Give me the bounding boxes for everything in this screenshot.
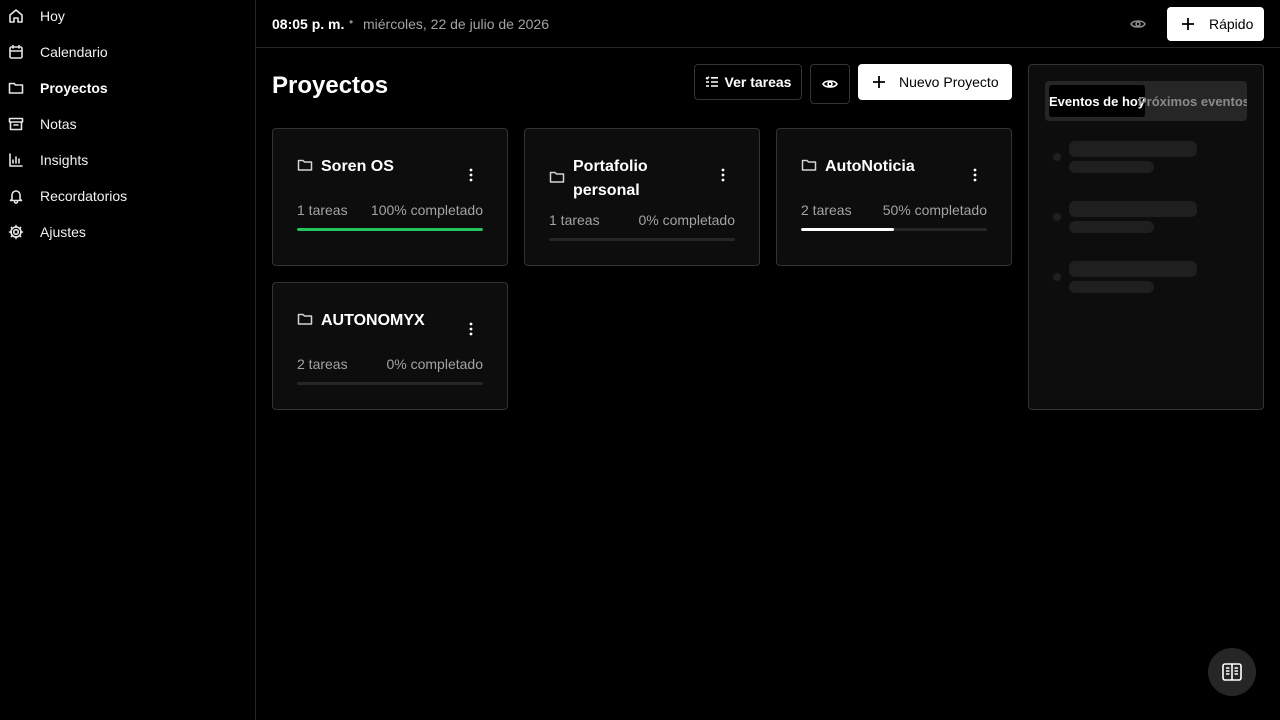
eye-icon [1130,20,1146,28]
gear-icon [8,224,24,240]
project-progress-label: 50% completado [882,202,987,218]
visibility-toggle-button[interactable] [810,64,850,104]
progress-fill [801,228,894,231]
sidebar-item-label: Calendario [40,44,108,60]
project-menu-button[interactable] [463,167,479,183]
sidebar-item-proyectos[interactable]: Proyectos [0,72,255,104]
loading-skeleton [1053,213,1061,221]
current-time: 08:05 p. m. [272,16,345,32]
project-name: AutoNoticia [825,158,915,175]
task-list-icon [704,75,719,89]
tab-today-events[interactable]: Eventos de hoy [1049,85,1145,117]
eye-icon [822,80,838,88]
loading-skeleton [1069,161,1154,173]
privacy-toggle-button[interactable] [1128,14,1148,34]
top-header: 08:05 p. m. • miércoles, 22 de julio de … [256,0,1280,48]
new-project-label: Nuevo Proyecto [899,74,999,90]
project-card-autonoticia[interactable]: AutoNoticia 2 tareas 50% completado [776,128,1012,266]
project-task-count: 1 tareas [549,212,600,228]
bell-icon [8,188,24,204]
sidebar-item-recordatorios[interactable]: Recordatorios [0,180,255,212]
loading-skeleton [1069,141,1197,157]
project-progress-bar [297,382,483,385]
project-name: AUTONOMYX [321,312,425,329]
project-menu-button[interactable] [463,321,479,337]
more-vertical-icon [973,168,977,182]
project-name: Portafolio personal [573,158,648,199]
reader-view-button[interactable] [1208,648,1256,696]
quick-add-label: Rápido [1209,16,1254,32]
tab-upcoming-events[interactable]: Próximos eventos [1138,85,1247,117]
home-icon [8,8,24,24]
project-progress-bar [549,238,735,241]
sidebar-item-label: Insights [40,152,89,168]
project-menu-button[interactable] [967,167,983,183]
new-project-button[interactable]: Nuevo Proyecto [858,64,1012,100]
events-panel: Eventos de hoy Próximos eventos [1028,64,1264,410]
sidebar-item-ajustes[interactable]: Ajustes [0,216,255,248]
project-progress-bar [801,228,987,231]
project-task-count: 2 tareas [297,356,348,372]
project-card-soren-os[interactable]: Soren OS 1 tareas 100% completado [272,128,508,266]
folder-icon [297,311,313,327]
project-progress-bar [297,228,483,231]
events-tabs: Eventos de hoy Próximos eventos [1045,81,1247,121]
loading-skeleton [1069,221,1154,233]
tab-label: Próximos eventos [1138,93,1247,109]
bar-chart-icon [8,152,24,168]
project-progress-label: 100% completado [370,202,483,218]
project-menu-button[interactable] [715,167,731,183]
more-vertical-icon [721,168,725,182]
project-task-count: 1 tareas [297,202,348,218]
book-open-icon [1222,663,1242,681]
header-separator: • [349,15,354,29]
plus-icon [1181,17,1195,31]
folder-icon [549,169,565,185]
loading-skeleton [1053,153,1061,161]
tab-label: Eventos de hoy [1049,93,1145,109]
project-card-autonomyx[interactable]: AUTONOMYX 2 tareas 0% completado [272,282,508,410]
sidebar-item-label: Ajustes [40,224,86,240]
sidebar-item-notas[interactable]: Notas [0,108,255,140]
loading-skeleton [1069,261,1197,277]
project-progress-label: 0% completado [638,212,735,228]
sidebar: Hoy Calendario Proyectos Notas Insights … [0,0,256,720]
sidebar-item-hoy[interactable]: Hoy [0,0,255,32]
sidebar-item-label: Recordatorios [40,188,128,204]
view-tasks-label: Ver tareas [724,74,792,90]
calendar-icon [8,44,24,60]
loading-skeleton [1069,281,1154,293]
sidebar-item-label: Notas [40,116,77,132]
loading-skeleton [1053,273,1061,281]
folder-icon [297,157,313,173]
current-date: miércoles, 22 de julio de 2026 [363,16,550,32]
project-card-portafolio[interactable]: Portafolio personal 1 tareas 0% completa… [524,128,760,266]
sidebar-item-label: Hoy [40,8,65,24]
folder-icon [801,157,817,173]
view-tasks-button[interactable]: Ver tareas [694,64,802,100]
loading-skeleton [1069,201,1197,217]
sidebar-item-insights[interactable]: Insights [0,144,255,176]
project-name: Soren OS [321,158,394,175]
more-vertical-icon [469,322,473,336]
folder-icon [8,80,24,96]
project-task-count: 2 tareas [801,202,852,218]
sidebar-item-calendario[interactable]: Calendario [0,36,255,68]
quick-add-button[interactable]: Rápido [1167,7,1264,41]
progress-fill [297,228,483,231]
sidebar-item-label: Proyectos [40,80,108,96]
plus-icon [872,75,886,89]
more-vertical-icon [469,168,473,182]
project-progress-label: 0% completado [386,356,483,372]
page-title: Proyectos [272,72,389,99]
archive-icon [8,116,24,132]
